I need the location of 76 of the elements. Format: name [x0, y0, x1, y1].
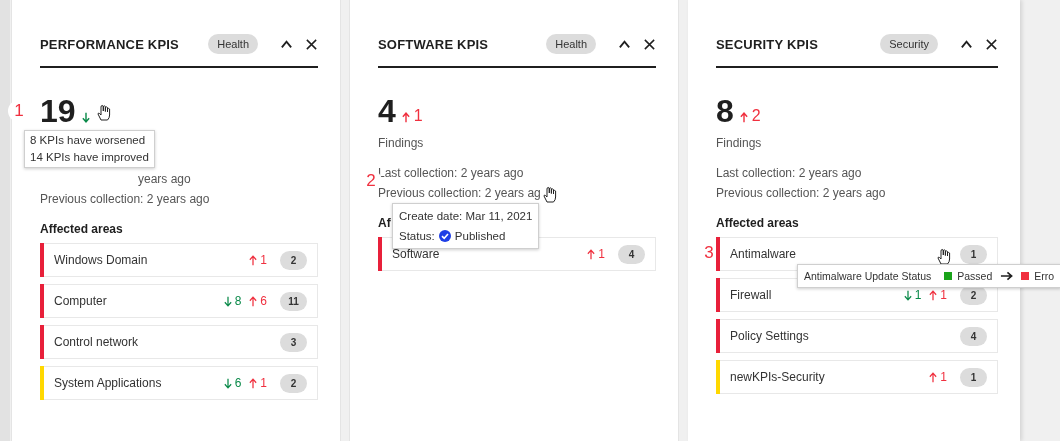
collapse-icon[interactable] — [618, 37, 631, 51]
area-row[interactable]: Policy Settings 4 — [716, 319, 998, 353]
area-row[interactable]: newKPIs-Security 1 1 — [716, 360, 998, 394]
status-text: Erro — [1034, 269, 1055, 284]
findings-count: 4 — [378, 94, 396, 128]
count-badge: 1 — [960, 244, 987, 264]
tooltip-text: 8 KPIs have worsened — [30, 133, 147, 148]
trend-value: 1 — [413, 107, 423, 125]
count-badge: 4 — [960, 326, 987, 346]
close-icon[interactable] — [985, 37, 998, 51]
tooltip-text: Create date: Mar 11, 2021 — [399, 209, 533, 224]
worsened-count: 1 — [940, 288, 947, 302]
area-row[interactable]: Windows Domain 1 2 — [40, 243, 318, 277]
area-name: Policy Settings — [730, 329, 810, 343]
category-tag: Security — [880, 34, 938, 54]
findings-count: 8 — [716, 94, 734, 128]
arrow-up-icon — [249, 377, 258, 389]
panel-title: PERFORMANCE KPIS — [40, 36, 180, 52]
area-name: Firewall — [730, 288, 773, 302]
improved-count: 1 — [914, 288, 922, 302]
collapse-icon[interactable] — [960, 37, 973, 51]
previous-collection-text: Previous collection: 2 years ago — [716, 186, 886, 200]
arrow-down-icon — [223, 377, 232, 389]
area-name: newKPIs-Security — [730, 370, 826, 384]
panel-title: SECURITY KPIS — [716, 36, 820, 52]
improved-count: 8 — [234, 294, 242, 308]
area-name: Software — [392, 247, 441, 261]
area-row[interactable]: System Applications 6 1 2 — [40, 366, 318, 400]
worsened-count: 1 — [940, 370, 947, 384]
arrow-up-icon — [401, 112, 410, 123]
section-heading: Affected areas — [40, 222, 123, 236]
arrow-up-icon — [249, 295, 258, 307]
area-name: Computer — [54, 294, 108, 308]
worsened-count: 6 — [260, 294, 267, 308]
area-name: Windows Domain — [54, 253, 149, 267]
findings-label: Findings — [716, 136, 763, 152]
count-badge: 4 — [618, 244, 645, 264]
category-tag: Health — [546, 34, 596, 54]
area-name: Control network — [54, 335, 140, 349]
check-circle-icon — [438, 230, 451, 242]
arrow-right-icon — [1000, 271, 1014, 281]
count-badge: 2 — [280, 250, 307, 270]
area-name: System Applications — [54, 376, 163, 390]
arrow-up-icon — [739, 112, 748, 123]
improved-count: 6 — [234, 376, 242, 390]
close-icon[interactable] — [643, 37, 656, 51]
close-icon[interactable] — [305, 37, 318, 51]
arrow-up-icon — [929, 371, 938, 383]
findings-label: Findings — [378, 136, 425, 152]
category-tag: Health — [208, 34, 258, 54]
arrow-up-icon — [249, 254, 258, 266]
area-row[interactable]: Computer 8 6 11 — [40, 284, 318, 318]
arrow-down-icon — [223, 295, 232, 307]
count-badge: 3 — [280, 332, 307, 352]
section-heading: Affected areas — [716, 216, 799, 230]
last-collection-text: Last collection: 2 years ago — [716, 166, 863, 180]
previous-collection-text: Previous collection: 2 years ago — [40, 192, 210, 206]
section-heading: Af — [378, 216, 391, 230]
count-badge: 1 — [960, 367, 987, 387]
last-collection-text: years ago — [137, 172, 192, 186]
tooltip-text: 14 KPIs have improved — [30, 150, 149, 165]
area-name: Antimalware — [730, 247, 798, 261]
worsened-count: 1 — [598, 247, 605, 261]
panel-title: SOFTWARE KPIS — [378, 36, 490, 52]
arrow-up-icon — [929, 289, 938, 301]
worsened-count: 1 — [260, 253, 267, 267]
trend-value: 2 — [751, 107, 761, 125]
worsened-count: 1 — [260, 376, 267, 390]
count-badge: 11 — [280, 291, 307, 311]
arrow-up-icon — [587, 248, 596, 260]
arrow-down-icon — [903, 289, 912, 301]
count-badge: 2 — [280, 373, 307, 393]
findings-count: 19 — [40, 94, 76, 128]
collapse-icon[interactable] — [280, 37, 293, 51]
arrow-down-icon — [81, 112, 90, 123]
area-row[interactable]: Control network 3 — [40, 325, 318, 359]
